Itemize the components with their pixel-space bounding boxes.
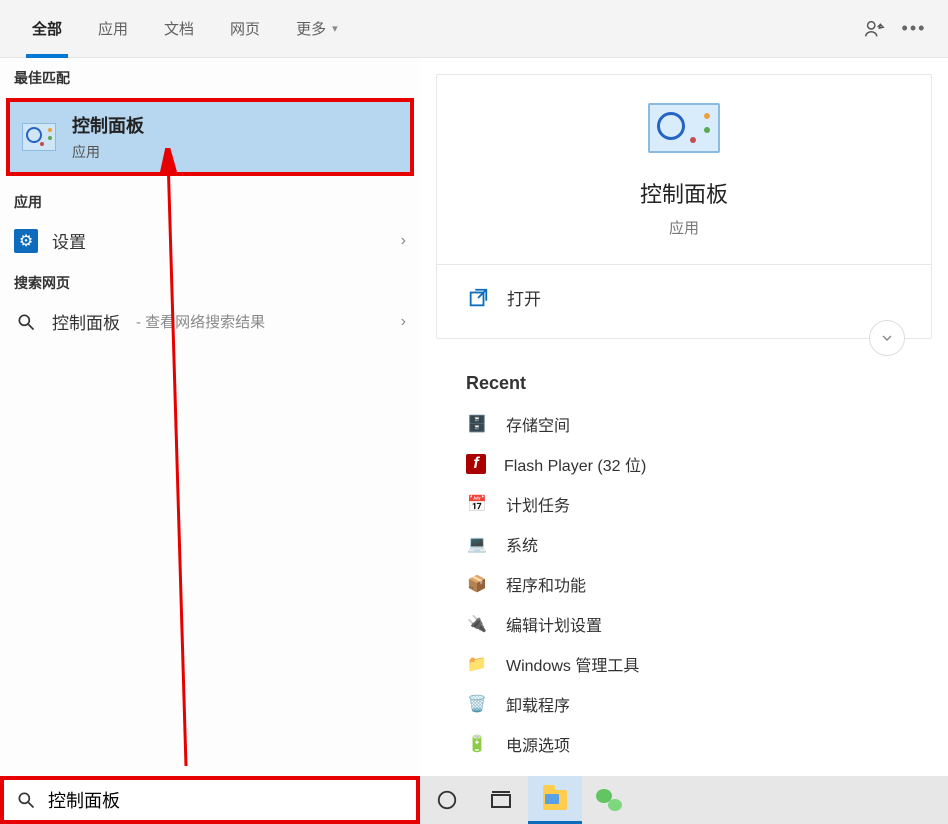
recent-item-uninstall[interactable]: 🗑️ 卸载程序	[466, 684, 932, 724]
recent-item-admin-tools[interactable]: 📁 Windows 管理工具	[466, 644, 932, 684]
preview-pane: 控制面板 应用 打开 Recent 🗄️ 存储空间 f Flash Player (…	[420, 58, 948, 776]
preview-subtitle: 应用	[463, 217, 905, 238]
system-icon: 💻	[466, 533, 488, 555]
tab-apps[interactable]: 应用	[80, 0, 146, 58]
cortana-button[interactable]	[420, 776, 474, 824]
chevron-down-icon	[879, 330, 895, 346]
folder-icon: 📁	[466, 653, 488, 675]
tab-all-label: 全部	[32, 18, 62, 39]
task-view-icon	[489, 788, 513, 812]
result-settings[interactable]: ⚙ 设置 ›	[0, 218, 420, 263]
tab-docs-label: 文档	[164, 18, 194, 39]
chevron-right-icon: ›	[401, 232, 406, 250]
open-action[interactable]: 打开	[463, 265, 905, 318]
recent-list: 🗄️ 存储空间 f Flash Player (32 位) 📅 计划任务 💻 系统 📦 程…	[466, 404, 932, 764]
recent-item-flash[interactable]: f Flash Player (32 位)	[466, 444, 932, 484]
wechat-button[interactable]	[582, 776, 636, 824]
file-explorer-button[interactable]	[528, 776, 582, 824]
results-pane: 最佳匹配 控制面板 应用 应用 ⚙ 设置 › 搜索网页 控制面板 - 查看网络搜…	[0, 58, 420, 776]
expand-button[interactable]	[869, 320, 905, 356]
chevron-right-icon: ›	[401, 313, 406, 331]
recent-item-scheduled-tasks[interactable]: 📅 计划任务	[466, 484, 932, 524]
recent-item-label: 存储空间	[506, 412, 570, 436]
recent-item-system[interactable]: 💻 系统	[466, 524, 932, 564]
cortana-icon	[436, 789, 458, 811]
section-apps: 应用	[0, 182, 420, 218]
taskbar-search-input[interactable]	[48, 790, 404, 811]
power-icon: 🔋	[466, 733, 488, 755]
search-icon	[16, 790, 36, 810]
recent-item-edit-plan[interactable]: 🔌 编辑计划设置	[466, 604, 932, 644]
tab-more[interactable]: 更多 ▾	[278, 0, 356, 58]
recent-item-programs[interactable]: 📦 程序和功能	[466, 564, 932, 604]
tab-all[interactable]: 全部	[14, 0, 80, 58]
gear-icon: ⚙	[14, 229, 38, 253]
recent-item-storage[interactable]: 🗄️ 存储空间	[466, 404, 932, 444]
ellipsis-icon: •••	[902, 18, 927, 39]
power-plan-icon: 🔌	[466, 613, 488, 635]
best-match-title: 控制面板	[72, 112, 144, 138]
feedback-icon	[863, 18, 885, 40]
flash-icon: f	[466, 454, 486, 474]
task-icon: 📅	[466, 493, 488, 515]
wechat-icon	[596, 789, 622, 811]
recent-item-label: 电源选项	[506, 732, 570, 756]
storage-icon: 🗄️	[466, 413, 488, 435]
open-label: 打开	[507, 285, 541, 310]
result-web-query: 控制面板	[52, 309, 120, 334]
programs-icon: 📦	[466, 573, 488, 595]
result-web-suffix: - 查看网络搜索结果	[136, 311, 265, 332]
tab-more-label: 更多	[296, 18, 326, 39]
uninstall-icon: 🗑️	[466, 693, 488, 715]
recent-item-label: 卸载程序	[506, 692, 570, 716]
tab-web-label: 网页	[230, 18, 260, 39]
recent-item-label: 程序和功能	[506, 572, 586, 596]
best-match-subtitle: 应用	[72, 142, 144, 162]
taskbar-search[interactable]	[0, 776, 420, 824]
tab-apps-label: 应用	[98, 18, 128, 39]
caret-down-icon: ▾	[332, 22, 338, 35]
result-web-search[interactable]: 控制面板 - 查看网络搜索结果 ›	[0, 299, 420, 344]
preview-card: 控制面板 应用 打开	[436, 74, 932, 339]
tab-web[interactable]: 网页	[212, 0, 278, 58]
control-panel-icon	[648, 103, 720, 153]
more-options-button[interactable]: •••	[894, 9, 934, 49]
recent-item-label: 编辑计划设置	[506, 612, 602, 636]
tab-docs[interactable]: 文档	[146, 0, 212, 58]
open-icon	[467, 287, 489, 309]
recent-item-label: Windows 管理工具	[506, 652, 639, 676]
section-search-web: 搜索网页	[0, 263, 420, 299]
preview-title: 控制面板	[463, 177, 905, 209]
recent-item-power-options[interactable]: 🔋 电源选项	[466, 724, 932, 764]
control-panel-icon	[22, 123, 56, 151]
task-view-button[interactable]	[474, 776, 528, 824]
result-settings-label: 设置	[52, 228, 86, 253]
top-tab-bar: 全部 应用 文档 网页 更多 ▾ •••	[0, 0, 948, 58]
recent-item-label: Flash Player (32 位)	[504, 452, 646, 476]
file-explorer-icon	[543, 790, 567, 810]
taskbar	[0, 776, 948, 824]
best-match-result[interactable]: 控制面板 应用	[6, 98, 414, 176]
feedback-button[interactable]	[854, 9, 894, 49]
recent-heading: Recent	[466, 373, 932, 394]
search-icon	[14, 310, 38, 334]
recent-item-label: 计划任务	[506, 492, 570, 516]
recent-item-label: 系统	[506, 532, 538, 556]
section-best-match: 最佳匹配	[0, 58, 420, 94]
